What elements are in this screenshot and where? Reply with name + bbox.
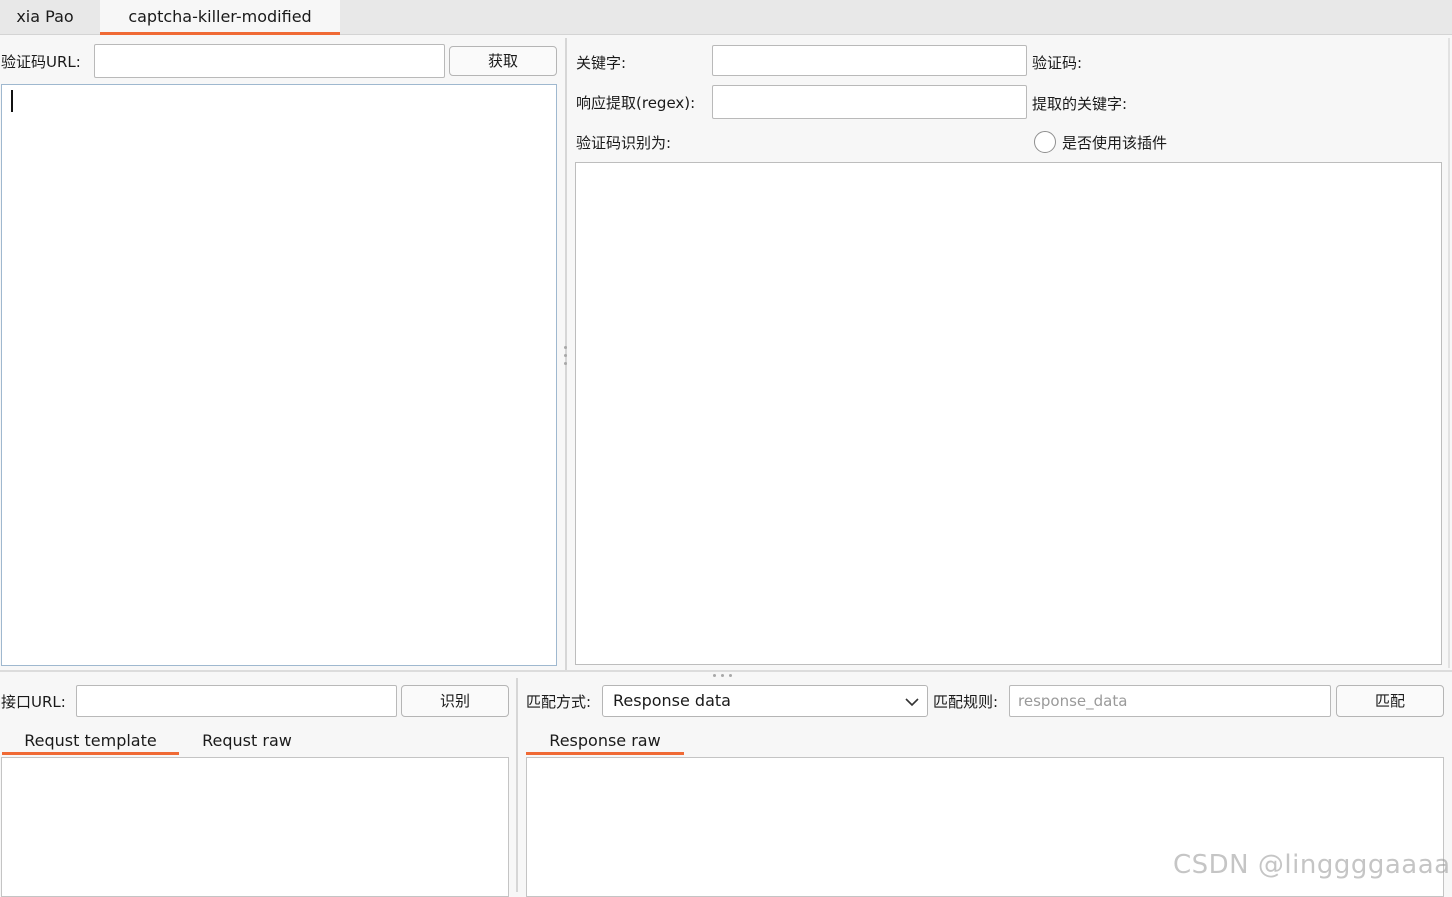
- subtab-label: Response raw: [549, 731, 661, 750]
- grip-dot: [721, 674, 724, 677]
- api-url-label: 接口URL:: [1, 693, 66, 711]
- horizontal-splitter[interactable]: [0, 670, 1452, 672]
- tab-xia-pao[interactable]: xia Pao: [0, 0, 90, 34]
- tab-strip: xia Pao captcha-killer-modified: [0, 0, 1452, 35]
- tab-request-raw[interactable]: Requst raw: [188, 729, 306, 755]
- match-mode-label: 匹配方式:: [526, 693, 592, 711]
- recognized-as-label: 验证码识别为:: [576, 134, 672, 152]
- captcha-url-input[interactable]: [94, 44, 445, 78]
- fetch-button[interactable]: 获取: [449, 46, 557, 76]
- watermark: CSDN @linggggaaaa: [1173, 850, 1451, 880]
- extracted-keyword-label: 提取的关键字:: [1032, 95, 1128, 113]
- grip-dot: [729, 674, 732, 677]
- match-button[interactable]: 匹配: [1336, 685, 1444, 717]
- drag-handle-icon[interactable]: [713, 674, 735, 678]
- recognition-result-area[interactable]: [575, 162, 1442, 665]
- vertical-splitter-bottom[interactable]: [516, 678, 518, 892]
- tab-label: captcha-killer-modified: [128, 7, 312, 26]
- match-rule-label: 匹配规则:: [933, 693, 999, 711]
- keyword-input[interactable]: [712, 45, 1027, 76]
- drag-handle-icon[interactable]: [563, 346, 569, 368]
- match-rule-input[interactable]: [1009, 685, 1331, 717]
- api-url-input[interactable]: [76, 685, 397, 717]
- recognize-button[interactable]: 识别: [401, 685, 509, 717]
- regex-input[interactable]: [712, 85, 1027, 119]
- request-template-editor[interactable]: [1, 757, 509, 897]
- grip-dot: [564, 362, 567, 365]
- tab-label: xia Pao: [16, 7, 74, 26]
- captcha-value-label: 验证码:: [1032, 54, 1083, 72]
- text-caret: [11, 90, 13, 112]
- use-plugin-radio[interactable]: [1034, 131, 1056, 153]
- tab-request-template[interactable]: Requst template: [2, 729, 179, 755]
- tab-response-raw[interactable]: Response raw: [526, 729, 684, 755]
- captcha-url-label: 验证码URL:: [1, 53, 81, 71]
- match-mode-select[interactable]: Response data: [602, 685, 928, 717]
- match-mode-value: Response data: [613, 691, 731, 710]
- chevron-down-icon: [905, 698, 919, 707]
- use-plugin-label: 是否使用该插件: [1062, 134, 1168, 152]
- scrollbar[interactable]: [1448, 38, 1450, 668]
- keyword-label: 关键字:: [576, 54, 627, 72]
- regex-label: 响应提取(regex):: [576, 94, 696, 112]
- subtab-label: Requst raw: [202, 731, 292, 750]
- grip-dot: [713, 674, 716, 677]
- grip-dot: [564, 346, 567, 349]
- grip-dot: [564, 354, 567, 357]
- captcha-image-area[interactable]: [1, 84, 557, 666]
- tab-captcha-killer-modified[interactable]: captcha-killer-modified: [100, 0, 340, 35]
- subtab-label: Requst template: [24, 731, 157, 750]
